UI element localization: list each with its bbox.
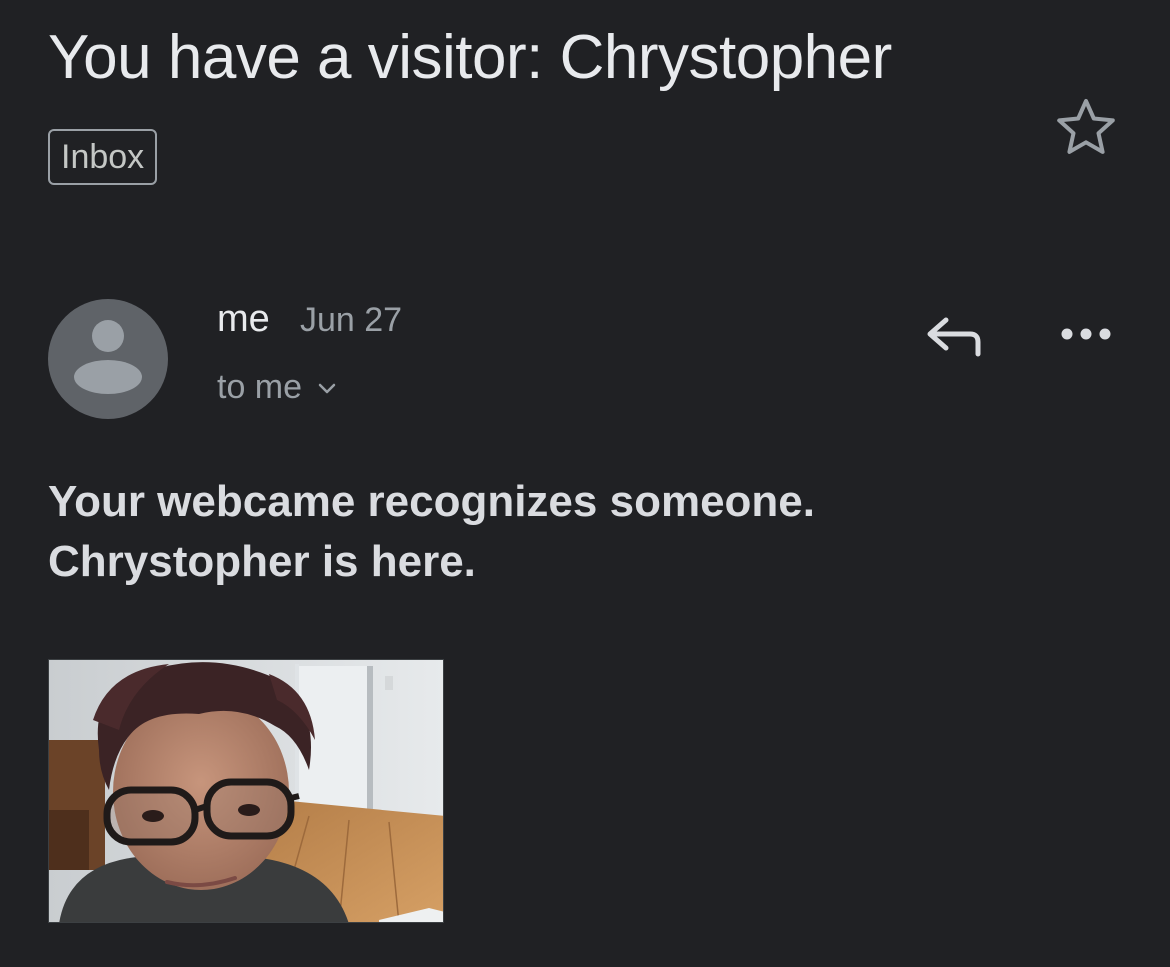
- email-subject: You have a visitor: Chrystopher: [48, 23, 892, 92]
- reply-button[interactable]: [922, 308, 986, 364]
- person-avatar-icon: [74, 320, 142, 394]
- email-body: Your webcame recognizes someone. Chrysto…: [48, 472, 1048, 592]
- recipient-details-toggle[interactable]: to me: [217, 368, 338, 407]
- inbox-label-chip[interactable]: Inbox: [48, 129, 158, 185]
- reply-icon: [927, 317, 981, 357]
- recipient-text: to me: [217, 368, 303, 406]
- webcam-photo: [49, 660, 443, 922]
- email-view: You have a visitor: Chrystopher Inbox me…: [0, 0, 1170, 967]
- more-horizontal-icon: [1061, 328, 1111, 340]
- star-outline-icon: [1057, 99, 1115, 154]
- chevron-down-icon: [318, 383, 336, 393]
- webcam-snapshot-image[interactable]: [48, 659, 444, 923]
- body-line: Your webcame recognizes someone.: [48, 477, 815, 526]
- star-button[interactable]: [1054, 96, 1118, 160]
- more-options-button[interactable]: [1056, 314, 1116, 354]
- sender-name[interactable]: me: [217, 298, 270, 341]
- body-line: Chrystopher is here.: [48, 537, 476, 586]
- email-date: Jun 27: [300, 301, 403, 339]
- label-text: Inbox: [61, 137, 145, 176]
- sender-avatar[interactable]: [48, 299, 168, 419]
